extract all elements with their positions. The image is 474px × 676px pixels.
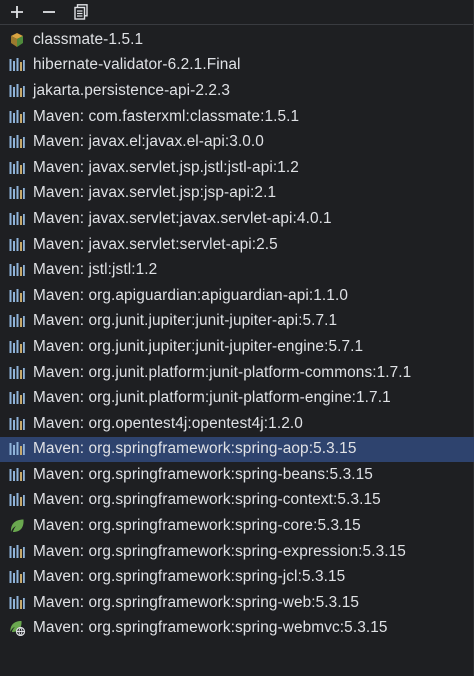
libraries-list[interactable]: classmate-1.5.1 hibernate-validator-6.2.1… bbox=[0, 27, 474, 641]
library-row[interactable]: Maven: javax.servlet.jsp:jsp-api:2.1 bbox=[0, 181, 474, 207]
library-row[interactable]: Maven: org.springframework:spring-webmvc… bbox=[0, 616, 474, 642]
library-icon bbox=[8, 339, 26, 355]
library-icon bbox=[8, 185, 26, 201]
library-label: Maven: org.apiguardian:apiguardian-api:1… bbox=[33, 286, 348, 304]
plus-icon[interactable] bbox=[8, 3, 26, 21]
library-label: classmate-1.5.1 bbox=[33, 30, 144, 48]
library-label: jakarta.persistence-api-2.2.3 bbox=[33, 81, 231, 99]
library-label: Maven: jstl:jstl:1.2 bbox=[33, 261, 158, 279]
library-row[interactable]: Maven: javax.servlet.jsp.jstl:jstl-api:1… bbox=[0, 155, 474, 181]
library-row[interactable]: Maven: org.springframework:spring-beans:… bbox=[0, 462, 474, 488]
library-row[interactable]: Maven: javax.servlet:servlet-api:2.5 bbox=[0, 232, 474, 258]
library-icon bbox=[8, 416, 26, 432]
library-label: hibernate-validator-6.2.1.Final bbox=[33, 56, 241, 74]
library-icon bbox=[8, 595, 26, 611]
library-label: Maven: org.junit.platform:junit-platform… bbox=[33, 389, 391, 407]
library-label: Maven: org.springframework:spring-core:5… bbox=[33, 517, 361, 535]
library-row[interactable]: Maven: com.fasterxml:classmate:1.5.1 bbox=[0, 104, 474, 130]
library-label: Maven: org.springframework:spring-jcl:5.… bbox=[33, 568, 346, 586]
minus-icon[interactable] bbox=[40, 3, 58, 21]
library-label: Maven: org.opentest4j:opentest4j:1.2.0 bbox=[33, 414, 303, 432]
library-icon bbox=[8, 237, 26, 253]
library-row[interactable]: Maven: org.springframework:spring-aop:5.… bbox=[0, 436, 474, 463]
library-label: Maven: org.junit.platform:junit-platform… bbox=[33, 363, 412, 381]
library-row[interactable]: Maven: org.springframework:spring-expres… bbox=[0, 539, 474, 565]
libraries-toolbar bbox=[0, 0, 473, 25]
library-icon bbox=[8, 544, 26, 560]
library-row[interactable]: Maven: org.springframework:spring-jcl:5.… bbox=[0, 564, 474, 590]
libraries-panel: classmate-1.5.1 hibernate-validator-6.2.1… bbox=[0, 0, 474, 676]
library-row[interactable]: Maven: org.junit.platform:junit-platform… bbox=[0, 385, 474, 411]
library-icon bbox=[8, 390, 26, 406]
library-row[interactable]: classmate-1.5.1 bbox=[0, 27, 474, 53]
library-icon bbox=[8, 57, 26, 73]
library-label: Maven: org.springframework:spring-aop:5.… bbox=[33, 440, 357, 458]
library-label: Maven: org.junit.jupiter:junit-jupiter-a… bbox=[33, 312, 338, 330]
library-row[interactable]: Maven: org.opentest4j:opentest4j:1.2.0 bbox=[0, 411, 474, 437]
library-icon bbox=[8, 211, 26, 227]
library-row[interactable]: Maven: org.springframework:spring-web:5.… bbox=[0, 590, 474, 616]
library-icon bbox=[8, 313, 26, 329]
library-icon bbox=[8, 109, 26, 125]
library-icon bbox=[8, 365, 26, 381]
library-icon bbox=[8, 262, 26, 278]
library-icon bbox=[8, 569, 26, 585]
library-label: Maven: javax.servlet:javax.servlet-api:4… bbox=[33, 209, 332, 227]
jar-icon bbox=[8, 32, 26, 48]
library-label: Maven: org.springframework:spring-webmvc… bbox=[33, 619, 388, 637]
library-row[interactable]: jakarta.persistence-api-2.2.3 bbox=[0, 78, 474, 104]
library-row[interactable]: hibernate-validator-6.2.1.Final bbox=[0, 53, 474, 79]
copy-icon[interactable] bbox=[72, 3, 90, 21]
library-icon bbox=[8, 492, 26, 508]
library-icon bbox=[8, 134, 26, 150]
library-label: Maven: org.springframework:spring-web:5.… bbox=[33, 593, 360, 611]
library-row[interactable]: Maven: org.springframework:spring-contex… bbox=[0, 488, 474, 514]
library-icon bbox=[8, 467, 26, 483]
library-label: Maven: org.springframework:spring-contex… bbox=[33, 491, 381, 509]
library-row[interactable]: Maven: org.junit.jupiter:junit-jupiter-a… bbox=[0, 309, 474, 335]
library-label: Maven: org.springframework:spring-expres… bbox=[33, 542, 406, 560]
library-row[interactable]: Maven: org.junit.platform:junit-platform… bbox=[0, 360, 474, 386]
library-label: Maven: javax.servlet:servlet-api:2.5 bbox=[33, 235, 278, 253]
library-row[interactable]: Maven: javax.el:javax.el-api:3.0.0 bbox=[0, 129, 474, 155]
library-label: Maven: com.fasterxml:classmate:1.5.1 bbox=[33, 107, 300, 125]
library-label: Maven: org.junit.jupiter:junit-jupiter-e… bbox=[33, 337, 364, 355]
library-row[interactable]: Maven: jstl:jstl:1.2 bbox=[0, 257, 474, 283]
library-label: Maven: org.springframework:spring-beans:… bbox=[33, 465, 373, 483]
library-label: Maven: javax.servlet.jsp:jsp-api:2.1 bbox=[33, 184, 277, 202]
library-row[interactable]: Maven: org.apiguardian:apiguardian-api:1… bbox=[0, 283, 474, 309]
library-label: Maven: javax.el:javax.el-api:3.0.0 bbox=[33, 133, 264, 151]
library-icon bbox=[8, 441, 26, 457]
library-row[interactable]: Maven: javax.servlet:javax.servlet-api:4… bbox=[0, 206, 474, 232]
spring-web-icon bbox=[8, 620, 26, 637]
library-icon bbox=[8, 288, 26, 304]
library-icon bbox=[8, 160, 26, 176]
library-row[interactable]: Maven: org.springframework:spring-core:5… bbox=[0, 513, 474, 539]
library-icon bbox=[8, 83, 26, 99]
spring-leaf-icon bbox=[8, 518, 26, 534]
library-row[interactable]: Maven: org.junit.jupiter:junit-jupiter-e… bbox=[0, 334, 474, 360]
library-label: Maven: javax.servlet.jsp.jstl:jstl-api:1… bbox=[33, 158, 299, 176]
